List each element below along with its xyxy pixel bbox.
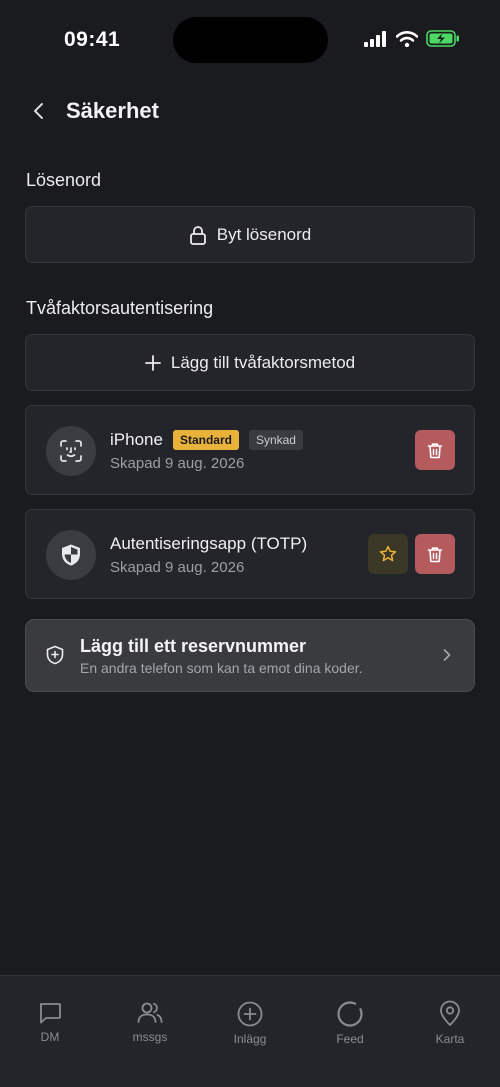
- dynamic-island: [173, 17, 328, 63]
- two-factor-section-label: Tvåfaktorsautentisering: [26, 298, 214, 318]
- shield-plus-icon: [46, 645, 64, 665]
- tab-label: Feed: [336, 1032, 364, 1046]
- tab-dm[interactable]: DM: [10, 1000, 90, 1044]
- tab-label: Karta: [435, 1032, 465, 1046]
- method-icon: [46, 530, 96, 580]
- add-two-factor-button[interactable]: Lägg till tvåfaktorsmetod: [25, 334, 475, 391]
- change-password-button[interactable]: Byt lösenord: [25, 206, 475, 263]
- tab-label: Inlägg: [233, 1032, 267, 1046]
- method-title-row: iPhone Standard Synkad: [110, 430, 303, 450]
- tab-inlagg[interactable]: Inlägg: [210, 1000, 290, 1046]
- chevron-right-icon: [443, 649, 451, 661]
- delete-method-button[interactable]: [415, 430, 455, 470]
- trash-icon: [427, 442, 443, 458]
- chat-bubble-icon: [39, 1003, 61, 1024]
- method-name: Autentiseringsapp (TOTP): [110, 534, 308, 553]
- method-created-date: Skapad 9 aug. 2026: [110, 455, 245, 472]
- add-backup-number-button[interactable]: Lägg till ett reservnummer En andra tele…: [25, 619, 475, 692]
- trash-icon: [427, 546, 443, 562]
- status-time: 09:41: [64, 28, 121, 51]
- shield-icon: [62, 544, 80, 566]
- tab-karta[interactable]: Karta: [410, 1000, 490, 1046]
- default-badge: Standard: [172, 430, 239, 450]
- plus-circle-icon: [237, 1001, 263, 1027]
- tab-label: mssgs: [132, 1030, 168, 1044]
- tab-label: DM: [40, 1030, 60, 1044]
- face-id-icon: [60, 440, 82, 462]
- wifi-icon: [396, 30, 418, 47]
- page-title: Säkerhet: [66, 98, 159, 123]
- back-button[interactable]: [26, 98, 52, 124]
- method-icon: [46, 426, 96, 476]
- status-bar: 09:41: [0, 0, 500, 80]
- method-card-iphone: iPhone Standard Synkad Skapad 9 aug. 202…: [25, 405, 475, 495]
- method-card-totp: Autentiseringsapp (TOTP) Skapad 9 aug. 2…: [25, 509, 475, 599]
- set-default-button[interactable]: [368, 534, 408, 574]
- tab-feed[interactable]: Feed: [310, 1000, 390, 1046]
- backup-number-title: Lägg till ett reservnummer: [80, 636, 307, 656]
- backup-number-subtitle: En andra telefon som kan ta emot dina ko…: [80, 660, 363, 676]
- add-two-factor-label: Lägg till tvåfaktorsmetod: [170, 352, 356, 372]
- method-name: iPhone: [110, 430, 163, 449]
- method-title-row: Autentiseringsapp (TOTP): [110, 534, 307, 554]
- tab-mssgs[interactable]: mssgs: [110, 1000, 190, 1044]
- change-password-label: Byt lösenord: [216, 224, 312, 244]
- plus-icon: [144, 354, 161, 371]
- chevron-left-icon: [34, 103, 43, 119]
- password-section-label: Lösenord: [26, 170, 102, 190]
- signal-icon: [364, 30, 386, 47]
- synced-badge: Synkad: [248, 430, 303, 450]
- circle-icon: [337, 1001, 363, 1027]
- status-icons: [364, 30, 460, 47]
- header: Säkerhet: [0, 88, 500, 134]
- tab-bar: DM mssgs Inlägg Feed Karta: [0, 975, 500, 1087]
- delete-method-button[interactable]: [415, 534, 455, 574]
- map-pin-icon: [440, 1000, 460, 1026]
- battery-icon: [426, 30, 459, 47]
- method-created-date: Skapad 9 aug. 2026: [110, 559, 245, 576]
- lock-icon: [189, 225, 206, 245]
- users-icon: [137, 1002, 163, 1023]
- star-icon: [379, 545, 397, 562]
